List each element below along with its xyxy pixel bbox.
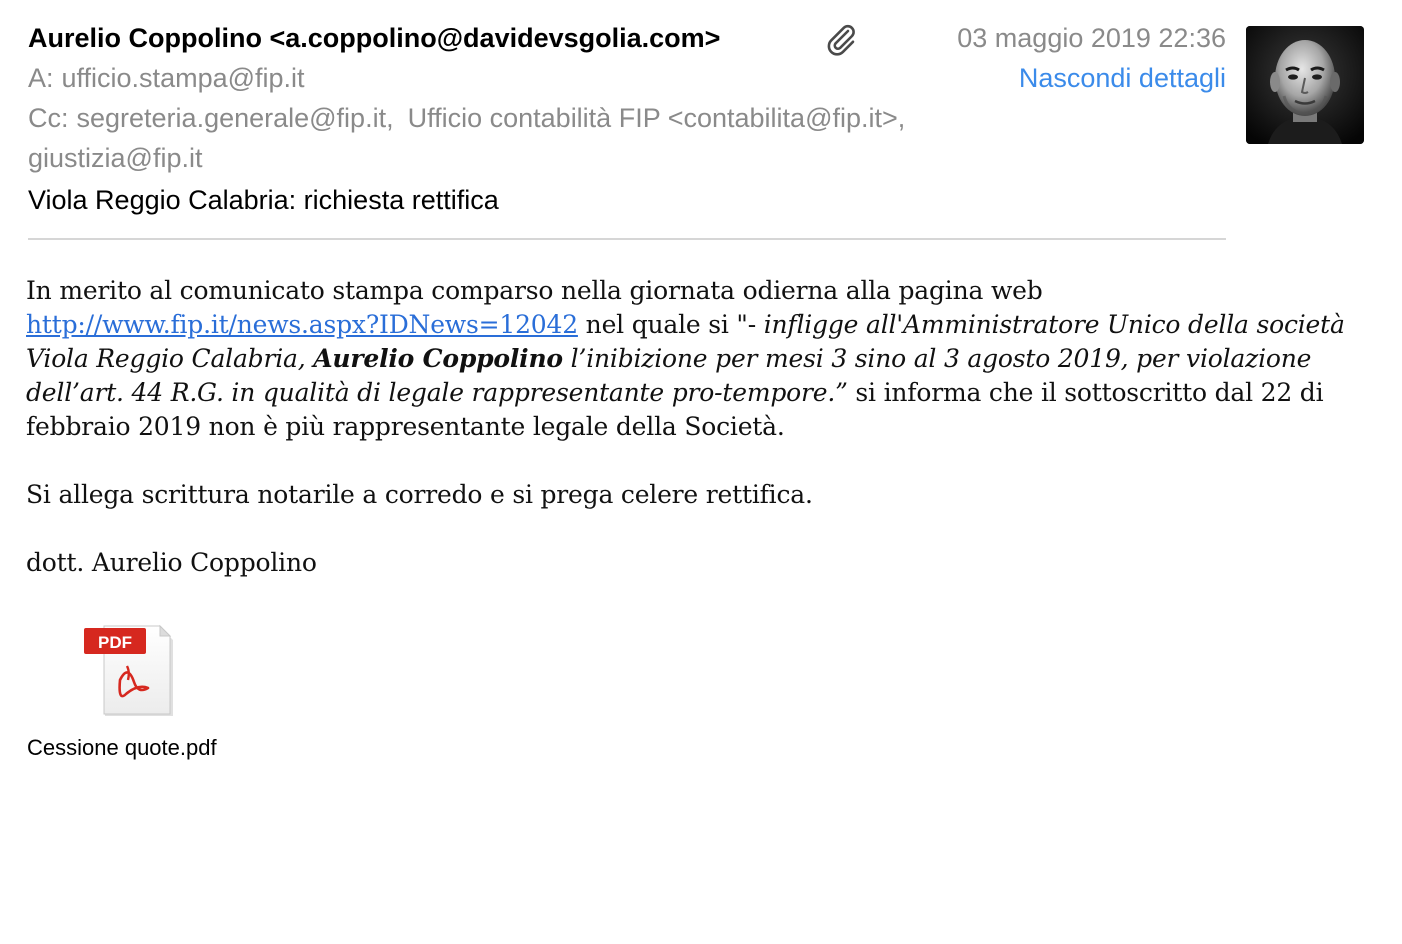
pdf-badge: PDF — [98, 633, 132, 652]
to-address[interactable]: ufficio.stampa@fip.it — [62, 63, 305, 93]
body-text-mid: nel quale si "- — [577, 310, 764, 339]
header-divider — [28, 238, 1226, 240]
hide-details-link[interactable]: Nascondi dettagli — [1019, 60, 1226, 96]
cc-label: Cc: — [28, 103, 69, 133]
news-link[interactable]: http://www.fip.it/news.aspx?IDNews=12042 — [26, 310, 578, 339]
body-paragraph-1: In merito al comunicato stampa comparso … — [26, 274, 1376, 444]
quoted-name: Aurelio Coppolino — [313, 344, 563, 373]
message-body: In merito al comunicato stampa comparso … — [26, 274, 1376, 614]
signature: dott. Aurelio Coppolino — [26, 548, 317, 577]
message-date: 03 maggio 2019 22:36 — [957, 23, 1226, 53]
attachment-filename[interactable]: Cessione quote.pdf — [27, 734, 217, 762]
avatar-photo — [1246, 26, 1364, 144]
cc-line: Cc: segreteria.generale@fip.it, Ufficio co… — [28, 100, 905, 136]
pdf-file-icon[interactable]: PDF — [82, 624, 174, 718]
cc-address-1[interactable]: segreteria.generale@fip.it, — [77, 103, 394, 133]
sender-line[interactable]: Aurelio Coppolino <a.coppolino@davidevsg… — [28, 20, 720, 56]
body-paragraph-2: Si allega scrittura notarile a corredo e… — [26, 480, 813, 509]
sender-avatar — [1246, 26, 1364, 144]
paperclip-icon — [827, 24, 855, 56]
subject-line: Viola Reggio Calabria: richiesta rettifi… — [28, 185, 499, 215]
cc-address-2[interactable]: Ufficio contabilità FIP <contabilita@fip… — [408, 103, 906, 133]
cc-line-continued: giustizia@fip.it — [28, 140, 202, 176]
to-line: A: ufficio.stampa@fip.it — [28, 60, 305, 96]
to-label: A: — [28, 63, 54, 93]
cc-address-3[interactable]: giustizia@fip.it — [28, 143, 202, 173]
body-text-intro: In merito al comunicato stampa comparso … — [26, 276, 1043, 305]
